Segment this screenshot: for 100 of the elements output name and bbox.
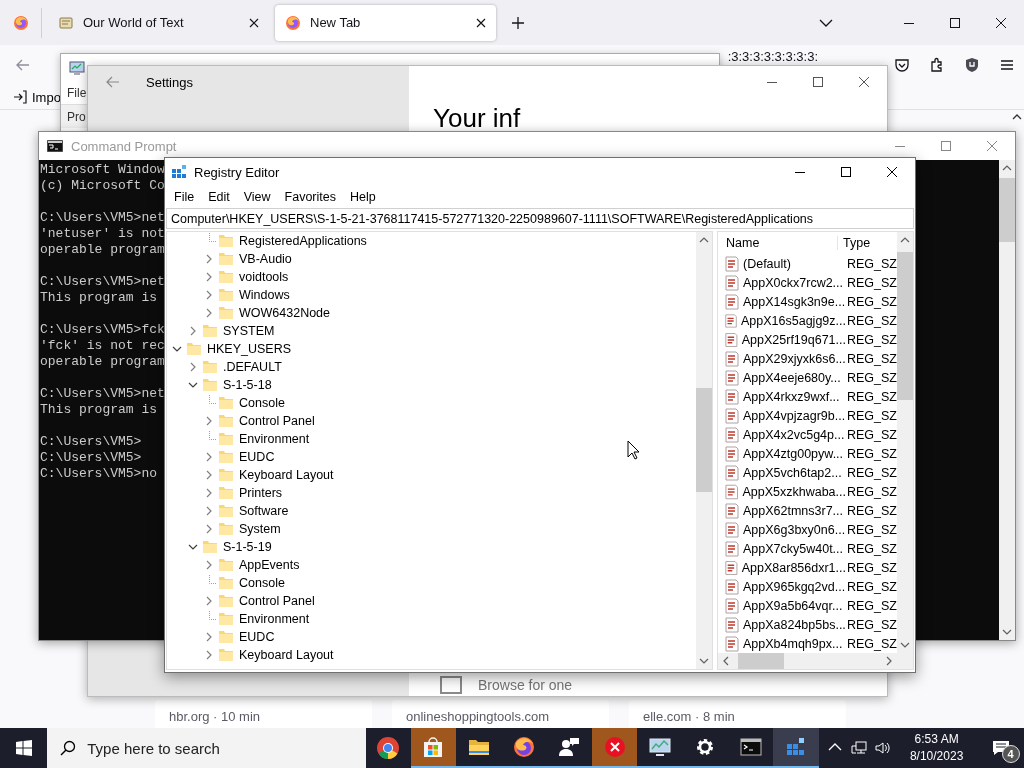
scrollbar-thumb[interactable] (897, 252, 913, 400)
value-name[interactable]: AppX25rf19q671... (741, 332, 846, 347)
tree-item[interactable]: S-1-5-18 (223, 378, 272, 392)
shield-icon[interactable] (963, 57, 980, 73)
tree-item[interactable]: RegisteredApplications (239, 234, 367, 248)
tree-item[interactable]: Windows (239, 288, 290, 302)
tree-item[interactable]: EUDC (239, 450, 275, 464)
value-name[interactable]: AppX14sgk3n9e... (743, 294, 846, 309)
tree-item[interactable]: .DEFAULT (223, 360, 282, 374)
column-header[interactable]: Type (838, 236, 871, 250)
value-name[interactable]: AppX16s5agjg9z... (741, 313, 846, 328)
story-card[interactable]: hbr.org · 10 min (155, 700, 372, 728)
close-tab-button[interactable] (249, 17, 259, 28)
value-name[interactable]: AppX4eeje680y... (743, 370, 841, 385)
scrollbar-thumb[interactable] (999, 178, 1015, 242)
browser-logo-icon[interactable] (12, 14, 29, 31)
tree-item[interactable]: Environment (239, 612, 310, 626)
story-card[interactable]: onlineshoppingtools.com (392, 700, 609, 728)
bookmark-link[interactable]: Impo (32, 89, 61, 105)
taskbar-app-button[interactable] (592, 728, 638, 768)
value-name[interactable]: AppX29xjyxk6s6... (743, 351, 846, 366)
folder-icon (186, 341, 202, 357)
network-icon[interactable] (850, 740, 867, 756)
tree-item[interactable]: AppEvents (239, 558, 300, 572)
clock-date[interactable]: 8/10/2023 (909, 748, 964, 765)
taskbar-app-button[interactable] (410, 728, 457, 768)
tree-item[interactable]: SYSTEM (223, 324, 275, 338)
tree-item[interactable]: Keyboard Layout (239, 468, 334, 482)
tree-item[interactable]: VB-Audio (239, 252, 292, 266)
address-field[interactable]: Computer\HKEY_USERS\S-1-5-21-3768117415-572771320-2250989607-1111\SOFTWARE\RegisteredApplications (166, 208, 914, 229)
tree-item[interactable]: WOW6432Node (239, 306, 330, 320)
menu-item[interactable]: View (236, 190, 278, 204)
tree-item[interactable]: Printers (239, 486, 283, 500)
search-field[interactable]: Type here to search (47, 728, 366, 768)
value-type: REG_SZ (846, 275, 897, 290)
pocket-icon[interactable] (893, 57, 910, 73)
menu-item[interactable]: File (67, 86, 87, 100)
tree-item[interactable]: S-1-5-19 (223, 540, 272, 554)
tree-item[interactable]: voidtools (239, 270, 289, 284)
menu-item[interactable]: File (167, 190, 202, 204)
console-line: operable program (40, 354, 165, 370)
menu-icon[interactable] (998, 57, 1015, 73)
tree-item[interactable]: Software (239, 504, 289, 518)
tree-item[interactable]: EUDC (239, 630, 275, 644)
console-line: C:\Users\VM5>fck (40, 322, 165, 338)
value-name[interactable]: AppXa824bp5bs... (743, 617, 846, 632)
tree-item[interactable]: HKEY_USERS (207, 342, 292, 356)
value-type: REG_SZ (846, 370, 897, 385)
tree-item[interactable]: Control Panel (239, 414, 315, 428)
puzzle-icon[interactable] (928, 57, 945, 73)
tab[interactable]: Our World of Text (48, 4, 269, 41)
speaker-icon[interactable] (874, 740, 891, 756)
value-name[interactable]: AppX4x2vc5g4p... (743, 427, 845, 442)
scrollbar[interactable] (999, 160, 1015, 640)
value-name[interactable]: AppX5vch6tap2... (743, 465, 842, 480)
scrollbar[interactable] (897, 232, 913, 653)
text-value-icon (724, 369, 740, 386)
tree-item[interactable]: System (239, 522, 281, 536)
menu-item[interactable]: Favorites (277, 190, 343, 204)
value-name[interactable]: AppXb4mqh9px... (743, 636, 843, 651)
close-tab-button[interactable] (476, 17, 486, 28)
scrollbar[interactable] (718, 653, 897, 669)
value-name[interactable]: AppX5xzkhwaba... (742, 484, 846, 499)
console-line: C:\Users\VM5>net (40, 210, 165, 226)
value-name[interactable]: (Default) (743, 256, 791, 271)
value-name[interactable]: AppX4ztg00pyw... (743, 446, 844, 461)
close-icon (249, 17, 259, 28)
menu-item[interactable]: Help (343, 190, 383, 204)
tree-item[interactable]: Environment (239, 432, 310, 446)
column-header[interactable]: Name (718, 236, 838, 250)
terminal-icon (738, 735, 763, 759)
text-value-icon (724, 312, 739, 329)
value-name[interactable]: AppX4vpjzagr9b... (743, 408, 846, 423)
value-name[interactable]: AppX6g3bxy0n6... (743, 522, 846, 537)
value-name[interactable]: AppX965kgq2vd... (743, 579, 846, 594)
scrollbar-thumb[interactable] (696, 388, 712, 492)
tree-item[interactable]: Control Panel (239, 594, 315, 608)
value-name[interactable]: AppX4rkxz9wxf... (743, 389, 840, 404)
tab[interactable]: New Tab (275, 4, 496, 41)
menu-item[interactable]: Edit (201, 190, 237, 204)
tree-item[interactable]: Console (239, 396, 285, 410)
value-name[interactable]: AppX0ckx7rcw2... (743, 275, 844, 290)
value-name[interactable]: AppX62tmns3r7... (743, 503, 844, 518)
value-name[interactable]: AppX8ar856dxr1... (741, 560, 846, 575)
value-name[interactable]: AppX7cky5w40t... (743, 541, 844, 556)
tree-item[interactable]: Keyboard Layout (239, 648, 334, 662)
clock-time[interactable]: 6:53 AM (914, 731, 959, 748)
tree-line-icon (209, 574, 217, 584)
tab[interactable]: Pro (67, 109, 86, 124)
maximize-icon (950, 17, 960, 28)
scrollbar[interactable] (696, 232, 712, 669)
address-text[interactable]: :3:3:3:3:3:3:3:3: (727, 49, 818, 64)
folder-icon (218, 413, 234, 429)
value-name[interactable]: AppX9a5b64vqr... (743, 598, 843, 613)
scrollbar-thumb[interactable] (738, 653, 784, 669)
notification-button[interactable]: 4 (978, 728, 1024, 768)
folder-icon (218, 485, 234, 501)
tree-item[interactable]: Console (239, 576, 285, 590)
checkbox[interactable] (440, 676, 462, 694)
story-card[interactable]: elle.com · 8 min (629, 700, 846, 728)
